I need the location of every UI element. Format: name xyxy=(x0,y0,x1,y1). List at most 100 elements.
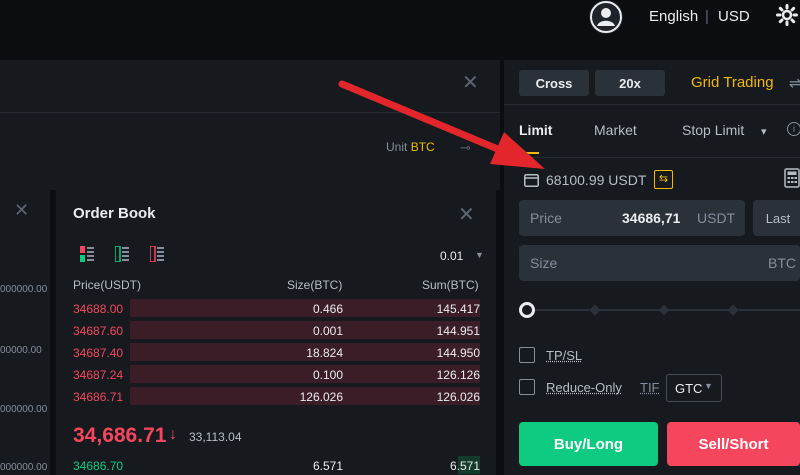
available-balance: 68100.99 USDT xyxy=(546,172,646,188)
book-bids-view-icon[interactable] xyxy=(115,246,129,262)
last-price: 34,686.71 xyxy=(73,424,166,448)
slider-step-marker[interactable] xyxy=(658,304,669,315)
chevron-down-icon: ▼ xyxy=(704,381,713,391)
leverage-button[interactable]: 20x xyxy=(595,70,665,96)
ask-size: 18.824 xyxy=(306,346,343,360)
bid-row[interactable]: 34686.70 6.571 6.571 xyxy=(73,456,480,474)
ask-row[interactable]: 34687.60 0.001 144.951 xyxy=(73,321,480,339)
sell-short-button[interactable]: Sell/Short xyxy=(667,422,800,466)
bid-size: 6.571 xyxy=(313,459,343,473)
ask-price: 34687.40 xyxy=(73,346,123,360)
depth-bar xyxy=(130,321,480,339)
tif-label: TIF xyxy=(640,380,660,395)
unit-label: Unit BTC xyxy=(386,140,435,154)
time-in-force-select[interactable]: GTC ▼ xyxy=(666,374,722,402)
reduce-only-checkbox[interactable] xyxy=(519,379,535,395)
language-currency-separator: | xyxy=(705,8,709,25)
slider-step-marker[interactable] xyxy=(727,304,738,315)
close-icon[interactable]: ✕ xyxy=(462,70,479,95)
buy-long-button[interactable]: Buy/Long xyxy=(519,422,658,466)
ask-sum: 144.951 xyxy=(437,324,480,338)
price-unit: USDT xyxy=(697,210,735,226)
divider xyxy=(504,157,800,158)
ask-price: 34686.71 xyxy=(73,390,123,404)
size-unit: BTC xyxy=(768,255,796,271)
ask-row[interactable]: 34687.24 0.100 126.126 xyxy=(73,365,480,383)
divider xyxy=(0,112,500,113)
currency-selector[interactable]: USD xyxy=(718,8,750,25)
slider-step-marker[interactable] xyxy=(589,304,600,315)
price-value[interactable]: 34686,71 xyxy=(622,210,680,226)
ask-row[interactable]: 34687.40 18.824 144.950 xyxy=(73,343,480,361)
unit-value: BTC xyxy=(411,140,435,154)
column-header-price: Price(USDT) xyxy=(73,278,141,292)
ask-sum: 126.026 xyxy=(437,390,480,404)
left-panel-sliver: ✕ 000000.00 00000.00 000000.00 000000.00 xyxy=(0,190,50,475)
ask-row[interactable]: 34688.00 0.466 145.417 xyxy=(73,299,480,317)
grid-trading-icon[interactable]: ⇌ xyxy=(789,74,800,92)
last-price-button[interactable]: Last xyxy=(753,200,800,236)
transfer-icon[interactable]: ⇆ xyxy=(654,170,673,189)
info-icon[interactable]: i xyxy=(787,122,800,136)
ask-size: 0.100 xyxy=(313,368,343,382)
order-form-panel: Cross 20x Grid Trading ⇌ Limit Market St… xyxy=(504,60,800,475)
language-selector[interactable]: English xyxy=(649,8,698,25)
order-book-title: Order Book xyxy=(73,205,156,222)
order-book-panel: Order Book ✕ 0.01 ▼ Price(USDT) Size(BTC… xyxy=(56,190,496,475)
ask-sum: 144.950 xyxy=(437,346,480,360)
ask-size: 126.026 xyxy=(300,390,343,404)
tp-sl-label[interactable]: TP/SL xyxy=(546,348,582,363)
ask-price: 34688.00 xyxy=(73,302,123,316)
tp-sl-checkbox[interactable] xyxy=(519,347,535,363)
arrow-down-icon: ↓ xyxy=(169,426,177,444)
truncated-value: 000000.00 xyxy=(0,284,47,295)
ask-size: 0.001 xyxy=(313,324,343,338)
chevron-down-icon[interactable]: ▾ xyxy=(761,125,767,138)
calculator-icon[interactable] xyxy=(784,168,800,188)
margin-mode-button[interactable]: Cross xyxy=(519,70,589,96)
ask-sum: 145.417 xyxy=(437,302,480,316)
mark-price: 33,113.04 xyxy=(189,430,242,444)
tab-market[interactable]: Market xyxy=(594,122,637,138)
active-tab-indicator xyxy=(519,152,539,154)
size-slider-handle[interactable] xyxy=(519,302,535,318)
price-input[interactable]: Price 34686,71 USDT xyxy=(519,200,745,236)
gear-icon[interactable] xyxy=(776,4,798,31)
ask-price: 34687.60 xyxy=(73,324,123,338)
tab-limit[interactable]: Limit xyxy=(519,122,552,138)
unit-label-text: Unit xyxy=(386,140,407,154)
reduce-only-label[interactable]: Reduce-Only xyxy=(546,380,622,395)
truncated-value: 00000.00 xyxy=(0,345,42,356)
bid-price: 34686.70 xyxy=(73,459,123,473)
column-header-size: Size(BTC) xyxy=(287,278,342,292)
depth-bar xyxy=(130,343,480,361)
tab-stop-limit[interactable]: Stop Limit xyxy=(682,122,744,138)
book-both-view-icon[interactable] xyxy=(80,246,94,262)
truncated-value: 000000.00 xyxy=(0,404,47,415)
settings-slider-icon[interactable]: ⊸ xyxy=(460,140,471,156)
bid-sum: 6.571 xyxy=(450,459,480,473)
ask-size: 0.466 xyxy=(313,302,343,316)
divider xyxy=(504,104,800,105)
depth-bar xyxy=(130,365,480,383)
column-header-sum: Sum(BTC) xyxy=(422,278,479,292)
user-icon[interactable] xyxy=(589,0,623,34)
size-label: Size xyxy=(530,255,557,271)
time-in-force-value: GTC xyxy=(675,381,702,396)
grid-trading-link[interactable]: Grid Trading xyxy=(691,74,774,91)
chevron-down-icon[interactable]: ▼ xyxy=(475,250,484,260)
ask-sum: 126.126 xyxy=(437,368,480,382)
price-label: Price xyxy=(530,210,562,226)
wallet-icon xyxy=(524,174,539,187)
truncated-value: 000000.00 xyxy=(0,462,47,473)
precision-selector[interactable]: 0.01 xyxy=(440,249,463,263)
close-icon[interactable]: ✕ xyxy=(458,202,475,227)
top-bar: English | USD xyxy=(0,0,800,52)
close-icon[interactable]: ✕ xyxy=(14,200,29,221)
size-input[interactable]: Size BTC xyxy=(519,245,800,281)
ask-row[interactable]: 34686.71 126.026 126.026 xyxy=(73,387,480,405)
chart-panel: ✕ Unit BTC ⊸ xyxy=(0,60,500,190)
depth-bar xyxy=(130,299,480,317)
ask-price: 34687.24 xyxy=(73,368,123,382)
book-asks-view-icon[interactable] xyxy=(150,246,164,262)
